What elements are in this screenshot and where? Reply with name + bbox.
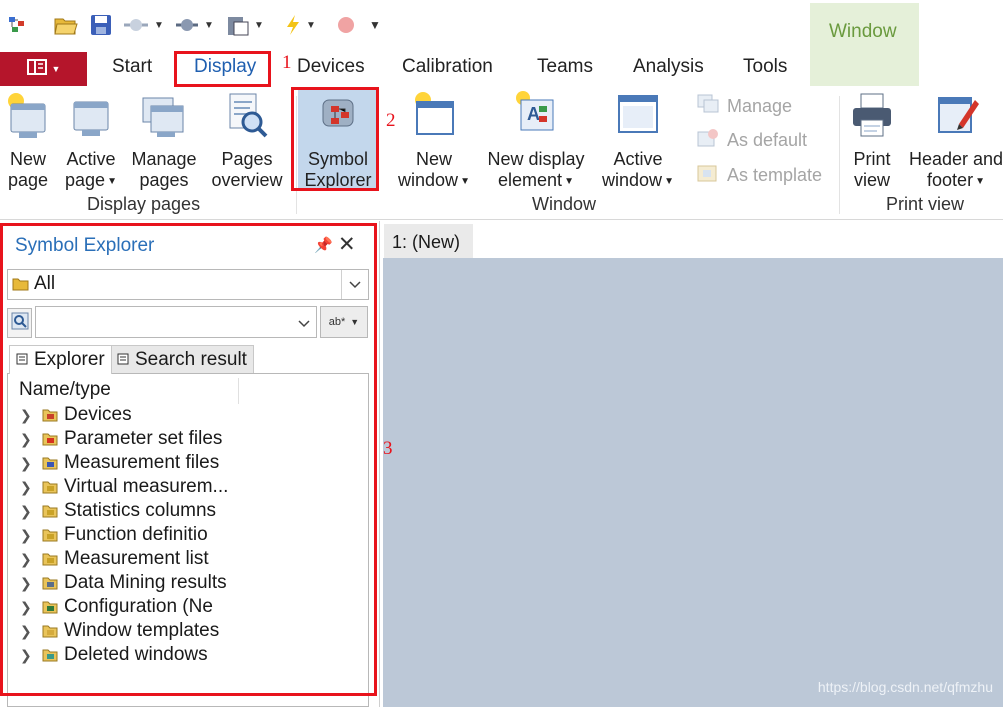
header-footer-label-1: Header and [908, 149, 1003, 169]
tab-tools[interactable]: Tools [743, 56, 787, 78]
group-display-pages: Display pages [87, 194, 201, 214]
print-view-label-1: Print [853, 149, 891, 169]
open-folder-icon[interactable] [54, 12, 78, 38]
svg-text:A: A [527, 104, 540, 124]
printer-icon [844, 90, 900, 147]
pages-overview-icon [206, 90, 288, 147]
tab-devices[interactable]: Devices [297, 56, 365, 78]
annotation-box-symbol-explorer [291, 87, 379, 191]
clipboard-icon[interactable]: ▼ [226, 12, 264, 38]
group-print-view: Print view [886, 194, 965, 214]
lightning-icon[interactable]: ▼ [284, 12, 316, 38]
active-page-icon [58, 90, 124, 147]
as-template-icon [697, 163, 719, 188]
new-window-icon [392, 90, 476, 147]
new-window-button[interactable]: New window ▼ [392, 90, 476, 192]
tab-teams[interactable]: Teams [537, 56, 593, 78]
active-window-label-1: Active [613, 149, 663, 169]
manage-pages-button[interactable]: Manage pages [126, 90, 202, 191]
print-view-label-2: view [853, 170, 890, 190]
new-display-element-label-2: element [498, 170, 563, 190]
watermark: https://blog.csdn.net/qfmzhu [817, 679, 993, 695]
as-default-button[interactable]: As default [697, 128, 807, 153]
speaker-icon[interactable]: ▼ [174, 12, 214, 38]
chevron-down-icon: ▼ [107, 176, 117, 187]
annotation-number-1: 1 [282, 52, 292, 73]
tab-start[interactable]: Start [112, 56, 152, 78]
manage-pages-icon [126, 90, 202, 147]
book-menu-icon [26, 58, 47, 80]
active-window-label-2: window [602, 170, 663, 190]
network-icon[interactable]: ▼ [122, 12, 164, 38]
file-menu-button[interactable]: ▼ [0, 52, 87, 86]
new-window-label-1: New [415, 149, 452, 169]
new-page-icon [2, 90, 54, 147]
annotation-box-panel [0, 223, 377, 696]
customize-icon[interactable]: ▼ [369, 12, 381, 38]
annotation-number-3: 3 [383, 438, 393, 459]
as-template-button[interactable]: As template [697, 163, 822, 188]
manage-button[interactable]: Manage [697, 94, 792, 119]
context-tab-background [810, 3, 919, 86]
active-window-button[interactable]: Active window ▼ [596, 90, 680, 192]
pages-overview-button[interactable]: Pages overview [206, 90, 288, 191]
ribbon-separator [839, 96, 840, 214]
manage-label: Manage [727, 96, 793, 116]
tab-calibration[interactable]: Calibration [402, 56, 493, 78]
annotation-box-display-tab [174, 51, 271, 87]
new-page-button[interactable]: New page [2, 90, 54, 191]
group-window: Window [532, 194, 597, 214]
active-window-icon [596, 90, 680, 147]
as-default-label: As default [727, 130, 808, 150]
explorer-tab-icon [16, 349, 28, 371]
active-page-label-1: Active [66, 149, 116, 169]
new-page-label-1: New [9, 149, 46, 169]
chevron-down-icon: ▼ [664, 176, 674, 187]
pages-overview-label-2: overview [211, 170, 283, 190]
manage-pages-label-2: pages [139, 170, 189, 190]
ribbon-display: New page Active page ▼ Manage pages Pages… [0, 86, 1003, 220]
header-footer-label-2: footer [927, 170, 974, 190]
header-footer-button[interactable]: Header and footer ▼ [904, 90, 1003, 192]
new-display-element-button[interactable]: A New display element ▼ [482, 90, 590, 192]
active-page-button[interactable]: Active page ▼ [58, 90, 124, 192]
document-tab[interactable]: 1: (New) [384, 224, 473, 258]
chevron-down-icon: ▼ [564, 176, 574, 187]
tab-explorer[interactable]: Explorer [9, 345, 112, 374]
save-icon[interactable] [90, 12, 112, 38]
tab-analysis[interactable]: Analysis [633, 56, 704, 78]
active-page-label-2: page [65, 170, 106, 190]
manage-pages-label-1: Manage [131, 149, 197, 169]
tab-explorer-label: Explorer [34, 349, 105, 370]
annotation-number-2: 2 [386, 110, 396, 131]
new-window-label-2: window [398, 170, 459, 190]
new-display-element-icon: A [482, 90, 590, 147]
chevron-down-icon: ▼ [975, 176, 985, 187]
new-display-element-label-1: New display [487, 149, 585, 169]
as-template-label: As template [727, 165, 823, 185]
as-default-icon [697, 128, 719, 153]
manage-templates-icon [697, 94, 719, 119]
chevron-down-icon: ▼ [460, 176, 470, 187]
print-view-button[interactable]: Print view [844, 90, 900, 191]
pages-overview-label-1: Pages [221, 149, 273, 169]
workspace-area[interactable]: https://blog.csdn.net/qfmzhu [383, 258, 1003, 707]
app-icon[interactable] [8, 12, 28, 38]
new-page-label-2: page [7, 170, 49, 190]
header-footer-icon [904, 90, 1003, 147]
tab-window[interactable]: Window [829, 21, 897, 43]
record-icon[interactable] [337, 12, 355, 38]
